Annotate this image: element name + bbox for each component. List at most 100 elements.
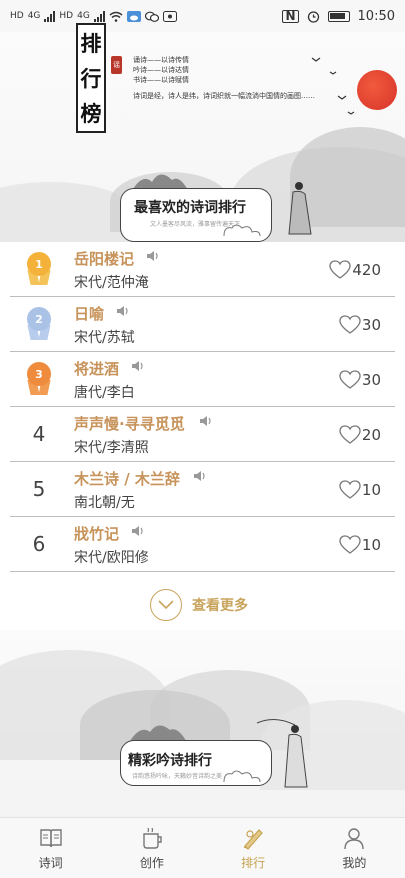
poem-title[interactable]: 日喻 bbox=[74, 303, 104, 324]
ranking-row-6[interactable]: 6 戕竹记 宋代/欧阳修 10 bbox=[10, 517, 395, 572]
rank-number: 6 bbox=[32, 532, 46, 556]
poem-title[interactable]: 将进酒 bbox=[74, 358, 119, 379]
like-button[interactable]: 20 bbox=[339, 425, 381, 445]
heart-icon bbox=[339, 535, 361, 554]
speaker-icon[interactable] bbox=[146, 249, 160, 263]
status-time: 10:50 bbox=[357, 8, 395, 24]
recital-scenery bbox=[0, 630, 405, 817]
ranking-row-5[interactable]: 5 木兰诗 / 木兰辞 南北朝/无 10 bbox=[10, 462, 395, 517]
ranking-row-3[interactable]: 3 将进酒 唐代/李白 30 bbox=[10, 352, 395, 407]
tab-label: 创作 bbox=[139, 856, 164, 870]
gold-medal-icon: 1 bbox=[24, 252, 54, 286]
heart-icon bbox=[329, 260, 352, 279]
tab-profile[interactable]: 我的 bbox=[304, 818, 405, 878]
heart-icon bbox=[339, 370, 361, 389]
chevron-down-icon bbox=[150, 589, 182, 621]
ranking-row-2[interactable]: 2 日喻 宋代/苏轼 30 bbox=[10, 297, 395, 352]
heart-icon bbox=[339, 480, 361, 499]
poem-dynasty-author: 南北朝/无 bbox=[74, 495, 135, 511]
speaker-icon[interactable] bbox=[199, 414, 213, 428]
tab-label: 排行 bbox=[241, 856, 266, 870]
tab-label: 诗词 bbox=[38, 856, 63, 870]
speaker-icon[interactable] bbox=[116, 304, 130, 318]
like-count: 30 bbox=[361, 316, 381, 334]
hd-label-2: HD bbox=[59, 11, 74, 21]
hero-line-3: 书诗——以诗赋情 bbox=[133, 76, 189, 84]
cloud-ornament-icon-2 bbox=[223, 770, 261, 783]
status-left: HD 4G HD 4G bbox=[10, 10, 177, 22]
status-right: N 10:50 bbox=[282, 9, 395, 24]
heart-icon bbox=[339, 425, 361, 444]
nfc-icon: N bbox=[282, 9, 299, 23]
silver-medal-icon: 2 bbox=[24, 307, 54, 341]
like-count: 10 bbox=[361, 536, 381, 554]
like-button[interactable]: 420 bbox=[329, 260, 381, 280]
message-icon bbox=[162, 10, 177, 22]
speaker-icon[interactable] bbox=[131, 524, 145, 538]
recital-section-subtitle: 诗韵悠扬吟咏，天籁妙音诗韵之美 bbox=[132, 773, 223, 780]
like-count: 20 bbox=[361, 426, 381, 444]
hero-lines: 诵诗——以诗传情 吟诗——以诗达情 书诗——以诗赋情 bbox=[133, 55, 189, 85]
red-seal-stamp: 谣 bbox=[111, 56, 122, 74]
poem-dynasty-author: 宋代/范仲淹 bbox=[74, 275, 149, 291]
favorite-section-title: 最喜欢的诗词排行 bbox=[134, 200, 246, 216]
battery-icon bbox=[327, 10, 350, 22]
ranking-icon bbox=[243, 829, 263, 850]
poem-dynasty-author: 宋代/苏轼 bbox=[74, 330, 135, 346]
rank-number: 4 bbox=[32, 422, 46, 446]
hd-label-1: HD bbox=[10, 11, 24, 21]
alarm-icon bbox=[307, 10, 319, 23]
signal-icon bbox=[44, 10, 56, 22]
seal-char-3: 榜 bbox=[80, 101, 102, 127]
person-icon bbox=[344, 828, 365, 850]
like-count: 30 bbox=[361, 371, 381, 389]
book-icon bbox=[39, 829, 62, 848]
wifi-icon bbox=[109, 11, 123, 22]
ranking-seal: 排 行 榜 bbox=[76, 23, 106, 133]
seal-char-2: 行 bbox=[80, 65, 102, 91]
poem-dynasty-author: 唐代/李白 bbox=[74, 385, 135, 401]
recital-section-title: 精彩吟诗排行 bbox=[128, 753, 212, 769]
cloud-ornament-icon bbox=[223, 224, 261, 237]
ranking-row-1[interactable]: 1 岳阳楼记 宋代/范仲淹 420 bbox=[10, 242, 395, 297]
like-count: 420 bbox=[352, 261, 381, 279]
signal-icon-2 bbox=[93, 10, 105, 22]
cloud-icon bbox=[126, 10, 141, 22]
poem-title[interactable]: 岳阳楼记 bbox=[74, 248, 134, 269]
see-more-button[interactable]: 查看更多 bbox=[150, 589, 248, 621]
speaker-icon[interactable] bbox=[193, 469, 207, 483]
poem-dynasty-author: 宋代/欧阳修 bbox=[74, 550, 149, 566]
hero-line-1: 诵诗——以诗传情 bbox=[133, 56, 189, 64]
ranking-row-4[interactable]: 4 声声慢·寻寻觅觅 宋代/李清照 20 bbox=[10, 407, 395, 462]
see-more-label: 查看更多 bbox=[192, 598, 248, 614]
hero-line-2: 吟诗——以诗达情 bbox=[133, 66, 189, 74]
bottom-tab-bar: 诗词 创作 排行 我的 bbox=[0, 817, 405, 878]
like-count: 10 bbox=[361, 481, 381, 499]
bronze-medal-icon: 3 bbox=[24, 362, 54, 396]
network-label-1: 4G bbox=[27, 11, 41, 21]
poem-title[interactable]: 声声慢·寻寻觅觅 bbox=[74, 413, 185, 434]
birds-icon bbox=[311, 57, 355, 115]
like-button[interactable]: 10 bbox=[339, 535, 381, 555]
poem-dynasty-author: 宋代/李清照 bbox=[74, 440, 149, 456]
tab-label: 我的 bbox=[342, 856, 367, 870]
like-button[interactable]: 30 bbox=[339, 370, 381, 390]
status-bar: HD 4G HD 4G N 10:50 bbox=[0, 0, 405, 32]
mug-icon bbox=[143, 827, 162, 849]
like-button[interactable]: 30 bbox=[339, 315, 381, 335]
speaker-icon[interactable] bbox=[131, 359, 145, 373]
heart-icon bbox=[339, 315, 361, 334]
hero-description: 诗词是经，诗人是纬，诗词织就一幅流淌中国情的画图…… bbox=[133, 92, 315, 100]
like-button[interactable]: 10 bbox=[339, 480, 381, 500]
network-label-2: 4G bbox=[77, 11, 90, 21]
poem-title[interactable]: 戕竹记 bbox=[74, 523, 119, 544]
ranking-list: 1 岳阳楼记 宋代/范仲淹 420 2 日喻 宋代/苏轼 30 3 将进酒 唐代… bbox=[10, 242, 395, 572]
tab-create[interactable]: 创作 bbox=[101, 818, 202, 878]
tab-poems[interactable]: 诗词 bbox=[0, 818, 101, 878]
scholar-figure-icon bbox=[288, 182, 312, 235]
poem-title[interactable]: 木兰诗 / 木兰辞 bbox=[74, 468, 180, 489]
wechat-icon bbox=[144, 11, 159, 22]
rank-number: 5 bbox=[32, 477, 46, 501]
seal-char-1: 排 bbox=[80, 30, 102, 56]
tab-ranking[interactable]: 排行 bbox=[203, 818, 304, 878]
